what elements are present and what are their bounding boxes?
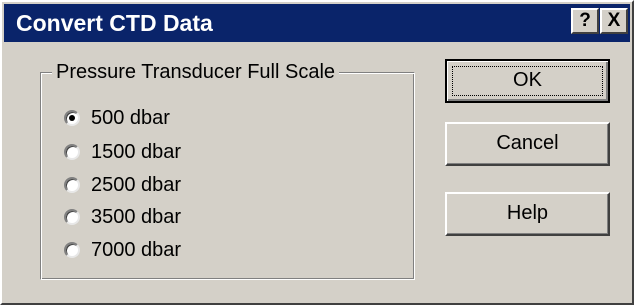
radio-option-1500[interactable]: 1500 dbar (64, 139, 181, 165)
radio-option-500[interactable]: 500 dbar (64, 105, 170, 131)
radio-button-icon[interactable] (64, 209, 80, 225)
radio-button-icon[interactable] (64, 177, 80, 193)
convert-ctd-dialog: Convert CTD Data ? X Pressure Transducer… (0, 0, 634, 305)
radio-option-7000[interactable]: 7000 dbar (64, 237, 181, 263)
ok-button[interactable]: OK (445, 59, 610, 103)
title-bar[interactable]: Convert CTD Data ? X (4, 4, 630, 42)
title-help-button[interactable]: ? (571, 8, 599, 34)
title-close-button[interactable]: X (600, 8, 628, 34)
groupbox-label: Pressure Transducer Full Scale (52, 59, 340, 85)
cancel-button[interactable]: Cancel (445, 122, 610, 166)
radio-button-icon[interactable] (64, 242, 80, 258)
radio-button-icon[interactable] (64, 110, 80, 126)
cancel-button-label: Cancel (496, 132, 559, 154)
radio-label[interactable]: 500 dbar (91, 105, 170, 131)
radio-label[interactable]: 7000 dbar (91, 237, 181, 263)
radio-option-3500[interactable]: 3500 dbar (64, 204, 181, 230)
radio-option-2500[interactable]: 2500 dbar (64, 172, 181, 198)
help-button[interactable]: Help (445, 192, 610, 236)
radio-selected-dot (69, 115, 75, 121)
radio-button-icon[interactable] (64, 144, 80, 160)
radio-label[interactable]: 2500 dbar (91, 172, 181, 198)
radio-label[interactable]: 1500 dbar (91, 139, 181, 165)
radio-label[interactable]: 3500 dbar (91, 204, 181, 230)
help-button-label: Help (506, 202, 549, 224)
ok-button-label: OK (513, 69, 542, 91)
window-title: Convert CTD Data (16, 10, 213, 36)
